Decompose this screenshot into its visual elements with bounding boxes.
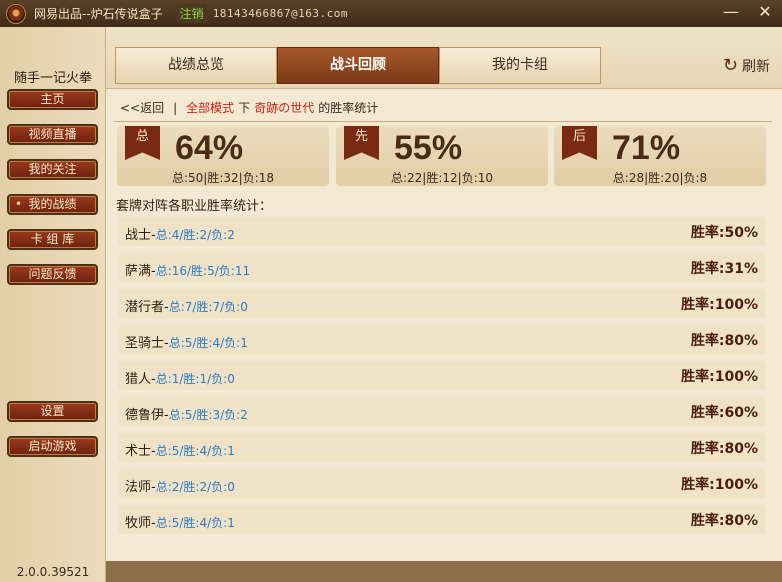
table-row: 德鲁伊-总:5/胜:3/负:2 胜率:60% — [118, 397, 765, 426]
title-bar: 网易出品--炉石传说盒子 注销 18143466867@163.com — ✕ — [0, 0, 782, 27]
refresh-icon: ↻ — [722, 55, 738, 76]
class-name: 牧师-总:5/胜:4/负:1 — [125, 516, 235, 531]
table-row: 猎人-总:1/胜:1/负:0 胜率:100% — [118, 361, 765, 390]
deck-name: 奇跡の世代 — [254, 101, 315, 115]
stat-card-second: 后 71% 总:28|胜:20|负:8 — [554, 126, 766, 186]
class-name: 法师-总:2/胜:2/负:0 — [125, 480, 235, 495]
win-rate: 胜率:100% — [681, 369, 758, 385]
app-logo-icon — [6, 3, 26, 24]
class-name: 猎人-总:1/胜:1/负:0 — [125, 372, 235, 387]
stat-percent-total: 64% — [175, 129, 244, 167]
window-title: 网易出品--炉石传说盒子 — [34, 7, 163, 21]
win-rate: 胜率:31% — [690, 261, 758, 277]
mode-label: 全部模式 — [186, 101, 235, 115]
sidebar-item-deck-library[interactable]: 卡 组 库 — [7, 229, 98, 250]
table-row: 萨满-总:16/胜:5/负:11 胜率:31% — [118, 253, 765, 282]
close-button[interactable]: ✕ — [748, 0, 782, 22]
section-title: 套牌对阵各职业胜率统计： — [116, 199, 273, 214]
refresh-label: 刷新 — [742, 58, 770, 75]
class-detail: 总:5/胜:4/负:1 — [155, 444, 235, 458]
class-detail: 总:2/胜:2/负:0 — [155, 480, 235, 494]
sidebar-item-live-video[interactable]: 视频直播 — [7, 124, 98, 145]
stat-card-total: 总 64% 总:50|胜:32|负:18 — [117, 126, 329, 186]
sidebar-item-launch-game[interactable]: 启动游戏 — [7, 436, 98, 457]
logout-link[interactable]: 注销 — [176, 4, 207, 23]
stat-detail-total: 总:50|胜:32|负:18 — [171, 171, 275, 185]
tab-overview[interactable]: 战绩总览 — [115, 47, 277, 84]
win-rate: 胜率:60% — [690, 405, 758, 421]
version-label: 2.0.0.39521 — [16, 565, 90, 579]
breadcrumb: <<返回 | 全部模式 下 奇跡の世代 的胜率统计 — [120, 99, 378, 116]
class-name: 圣骑士-总:5/胜:4/负:1 — [125, 336, 248, 351]
tab-battle-review[interactable]: 战斗回顾 — [277, 47, 439, 84]
sidebar-item-settings[interactable]: 设置 — [7, 401, 98, 422]
back-link[interactable]: <<返回 — [120, 99, 164, 116]
refresh-button[interactable]: ↻ 刷新 — [723, 55, 770, 76]
stat-detail-second: 总:28|胜:20|负:8 — [612, 171, 708, 185]
sidebar-item-following[interactable]: 我的关注 — [7, 159, 98, 180]
class-name: 潜行者-总:7/胜:7/负:0 — [125, 300, 248, 315]
stat-flag-first: 先 — [344, 126, 379, 160]
sidebar-item-my-record[interactable]: 我的战绩 — [7, 194, 98, 215]
main-panel: 战绩总览 战斗回顾 我的卡组 ↻ 刷新 <<返回 | 全部模式 下 奇跡の世代 … — [106, 27, 782, 582]
tab-bar: 战绩总览 战斗回顾 我的卡组 ↻ 刷新 — [106, 27, 782, 89]
stat-flag-total: 总 — [125, 126, 160, 160]
class-detail: 总:1/胜:1/负:0 — [155, 372, 235, 386]
sidebar: 随手一记火拳 主页 视频直播 我的关注 我的战绩 卡 组 库 问题反馈 设置 启… — [0, 27, 106, 582]
user-name: 随手一记火拳 — [13, 71, 92, 86]
stat-percent-second: 71% — [612, 129, 681, 167]
class-detail: 总:5/胜:4/负:1 — [168, 336, 248, 350]
stat-percent-first: 55% — [394, 129, 463, 167]
tab-my-decks[interactable]: 我的卡组 — [439, 47, 601, 84]
table-row: 牧师-总:5/胜:4/负:1 胜率:80% — [118, 505, 765, 534]
stat-detail-first: 总:22|胜:12|负:10 — [390, 171, 494, 185]
win-rate: 胜率:80% — [690, 513, 758, 529]
window-controls: — ✕ — [714, 0, 782, 27]
class-name: 战士-总:4/胜:2/负:2 — [125, 228, 235, 243]
table-row: 战士-总:4/胜:2/负:2 胜率:50% — [118, 217, 765, 246]
table-row: 潜行者-总:7/胜:7/负:0 胜率:100% — [118, 289, 765, 318]
divider — [114, 121, 772, 122]
table-row: 术士-总:5/胜:4/负:1 胜率:80% — [118, 433, 765, 462]
win-rate: 胜率:80% — [690, 333, 758, 349]
class-name: 术士-总:5/胜:4/负:1 — [125, 444, 235, 459]
breadcrumb-separator: | — [173, 100, 178, 115]
win-rate: 胜率:100% — [681, 477, 758, 493]
account-email: 18143466867@163.com — [212, 7, 349, 20]
breadcrumb-connector: 下 — [238, 101, 251, 115]
sidebar-item-feedback[interactable]: 问题反馈 — [7, 264, 98, 285]
class-detail: 总:16/胜:5/负:11 — [155, 264, 251, 278]
class-name: 德鲁伊-总:5/胜:3/负:2 — [125, 408, 248, 423]
class-detail: 总:7/胜:7/负:0 — [168, 300, 248, 314]
win-rate: 胜率:80% — [690, 441, 758, 457]
win-rate: 胜率:50% — [690, 225, 758, 241]
stat-flag-second: 后 — [562, 126, 597, 160]
class-detail: 总:5/胜:4/负:1 — [155, 516, 235, 530]
table-row: 圣骑士-总:5/胜:4/负:1 胜率:80% — [118, 325, 765, 354]
class-detail: 总:4/胜:2/负:2 — [155, 228, 235, 242]
breadcrumb-tail: 的胜率统计 — [318, 101, 379, 115]
stat-card-first: 先 55% 总:22|胜:12|负:10 — [336, 126, 548, 186]
table-row: 法师-总:2/胜:2/负:0 胜率:100% — [118, 469, 765, 498]
bottom-bar — [106, 561, 782, 582]
minimize-button[interactable]: — — [714, 0, 748, 22]
class-name: 萨满-总:16/胜:5/负:11 — [125, 264, 251, 279]
sidebar-item-home[interactable]: 主页 — [7, 89, 98, 110]
win-rate: 胜率:100% — [681, 297, 758, 313]
class-detail: 总:5/胜:3/负:2 — [168, 408, 248, 422]
